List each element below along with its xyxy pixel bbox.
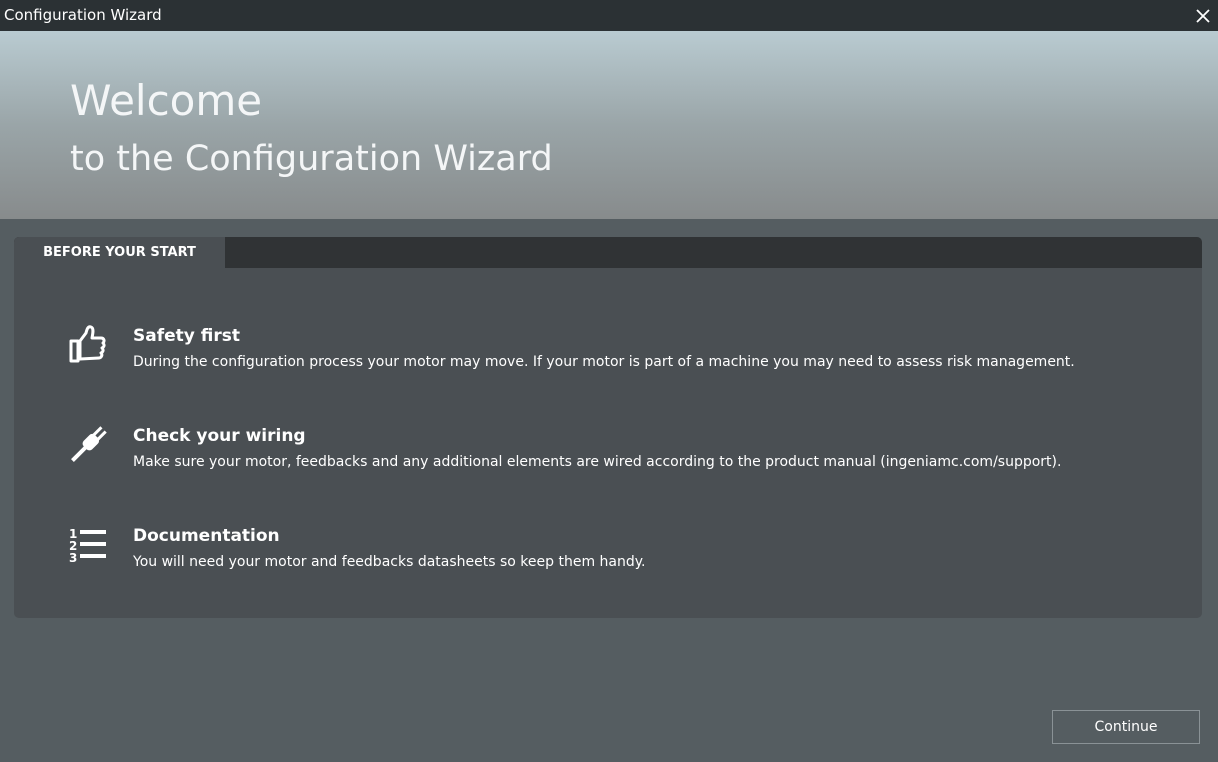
safety-heading: Safety first [133,326,240,346]
close-button[interactable] [1187,0,1218,31]
welcome-banner: Welcome to the Configuration Wizard [0,31,1218,219]
wiring-description: Make sure your motor, feedbacks and any … [133,454,1062,470]
wiring-heading: Check your wiring [133,426,306,446]
numbered-list-icon: 1 2 3 [69,527,106,565]
close-icon [1195,8,1210,23]
window-title: Configuration Wizard [4,6,162,24]
safety-description: During the configuration process your mo… [133,354,1075,370]
before-start-panel: BEFORE YOUR START Safety first During th… [14,237,1202,618]
svg-text:3: 3 [69,551,77,565]
welcome-heading: Welcome [70,76,263,125]
plug-icon [71,426,107,462]
configuration-wizard-window: Configuration Wizard Welcome to the Conf… [0,0,1218,762]
thumbs-up-icon [69,325,106,363]
welcome-subheading: to the Configuration Wizard [70,139,553,179]
tab-before-your-start: BEFORE YOUR START [14,237,225,268]
list-item-safety: Safety first During the configuration pr… [14,325,1202,385]
continue-button[interactable]: Continue [1052,710,1200,744]
documentation-description: You will need your motor and feedbacks d… [133,554,646,570]
list-item-wiring: Check your wiring Make sure your motor, … [14,425,1202,485]
title-bar: Configuration Wizard [0,0,1218,31]
list-item-documentation: 1 2 3 Documentation You will need your m… [14,525,1202,585]
panel-header: BEFORE YOUR START [14,237,1202,268]
documentation-heading: Documentation [133,526,280,546]
